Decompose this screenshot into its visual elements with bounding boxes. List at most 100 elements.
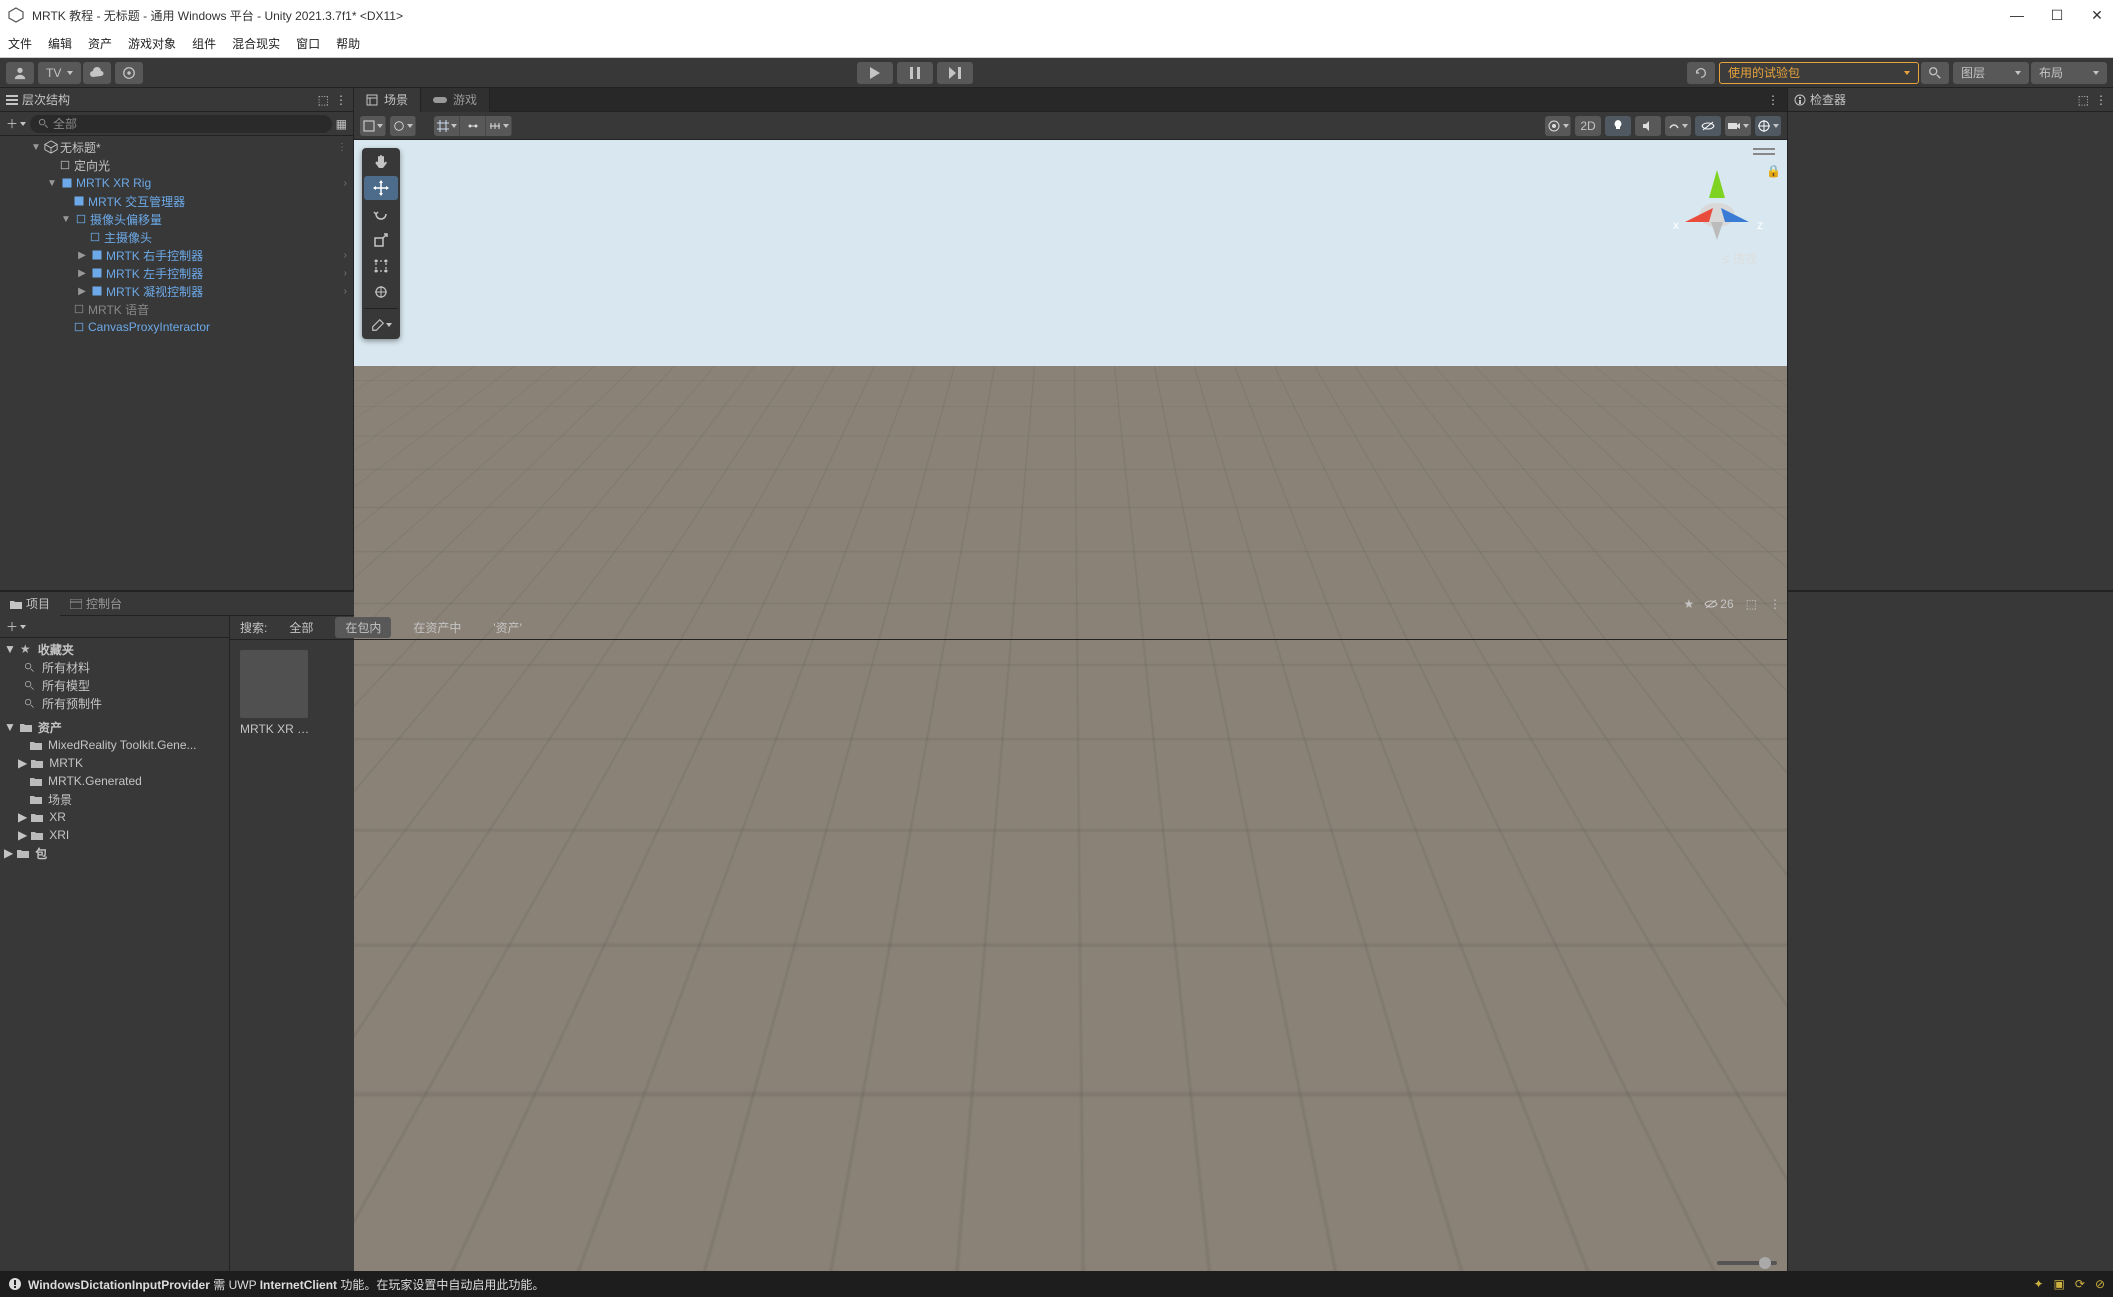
assets-folder[interactable]: ▼资产 (0, 718, 229, 736)
menu-assets[interactable]: 资产 (88, 35, 112, 52)
project-grid[interactable]: MRTK XR R... (230, 640, 1787, 1271)
project-search[interactable]: ✕ (1298, 595, 1618, 613)
hierarchy-search[interactable]: 全部 (30, 115, 332, 133)
layers-dropdown[interactable]: 图层 (1953, 62, 2029, 84)
transform-tool-button[interactable] (364, 280, 398, 304)
tab-project[interactable]: 项目 (0, 592, 60, 616)
tab-game[interactable]: 游戏 (421, 88, 490, 112)
step-button[interactable] (937, 62, 973, 84)
filter-by-label-icon[interactable] (1664, 598, 1676, 610)
minimize-button[interactable]: — (2009, 7, 2025, 24)
favorite-icon[interactable]: ★ (1684, 597, 1695, 611)
packages-folder[interactable]: ▶包 (0, 844, 229, 862)
filter-in-assets[interactable]: 在资产中 (403, 617, 471, 638)
account-button[interactable] (6, 62, 34, 84)
inspector-lock-icon[interactable]: ⬚ (2078, 93, 2089, 107)
project-add-button[interactable]: ＋ (6, 618, 26, 635)
node-camera-offset[interactable]: ▼ 摄像头偏移量 (0, 210, 353, 228)
project-search-input[interactable] (1315, 597, 1594, 611)
filter-all[interactable]: 全部 (279, 617, 323, 638)
lighting-toggle-button[interactable] (1605, 116, 1631, 136)
layout-dropdown[interactable]: 布局 (2031, 62, 2107, 84)
scene-tab-menu-icon[interactable]: ⋮ (1759, 93, 1787, 107)
menu-component[interactable]: 组件 (192, 35, 216, 52)
menu-gameobject[interactable]: 游戏对象 (128, 35, 176, 52)
status-icon-3[interactable]: ⟳ (2075, 1277, 2085, 1291)
gizmos-toggle-button[interactable] (1755, 116, 1781, 136)
asset-item-mrtk-xr-rig[interactable]: MRTK XR R... (240, 650, 312, 736)
menu-file[interactable]: 文件 (8, 35, 32, 52)
cloud-button[interactable] (83, 62, 111, 84)
play-button[interactable] (857, 62, 893, 84)
pause-button[interactable] (897, 62, 933, 84)
close-button[interactable]: ✕ (2089, 7, 2105, 24)
search-save-icon[interactable]: ▣ (1622, 597, 1633, 611)
node-directional-light[interactable]: 定向光 (0, 156, 353, 174)
folder-mrtk-gen[interactable]: MixedReality Toolkit.Gene... (0, 736, 229, 754)
lock-icon[interactable]: 🔒 (1766, 164, 1781, 178)
shading-mode-dropdown[interactable] (390, 116, 416, 136)
favorite-all-materials[interactable]: 所有材料 (0, 658, 229, 676)
scene-camera-button[interactable] (1545, 116, 1571, 136)
inspector-menu-icon[interactable]: ⋮ (2095, 93, 2107, 107)
menu-edit[interactable]: 编辑 (48, 35, 72, 52)
folder-scenes[interactable]: 场景 (0, 790, 229, 808)
history-button[interactable] (1687, 62, 1715, 84)
camera-settings-button[interactable] (1725, 116, 1751, 136)
perspective-label[interactable]: ≤ 透视 (1722, 250, 1757, 267)
hidden-count[interactable]: 26 (1704, 597, 1733, 611)
node-main-camera[interactable]: 主摄像头 (0, 228, 353, 246)
visibility-toggle-button[interactable] (1695, 116, 1721, 136)
hierarchy-popout-icon[interactable]: ⬚ (318, 93, 329, 107)
node-mrtk-interaction-manager[interactable]: MRTK 交互管理器 (0, 192, 353, 210)
2d-toggle-button[interactable]: 2D (1575, 116, 1601, 136)
filter-assets-quoted[interactable]: '资产' (483, 617, 532, 638)
favorite-all-prefabs[interactable]: 所有预制件 (0, 694, 229, 712)
folder-mrtk[interactable]: ▶MRTK (0, 754, 229, 772)
maximize-button[interactable]: ☐ (2049, 7, 2065, 24)
custom-tools-button[interactable] (364, 313, 398, 337)
thumbnail-size-slider[interactable] (1717, 1261, 1777, 1265)
hierarchy-filter-icon[interactable]: ▦ (336, 117, 347, 131)
overlay-menu-button[interactable] (1753, 148, 1775, 158)
rotate-tool-button[interactable] (364, 202, 398, 226)
filter-by-type-icon[interactable] (1642, 598, 1656, 610)
tv-dropdown[interactable]: TV (38, 62, 81, 84)
snap-increment-button[interactable] (460, 116, 486, 136)
status-icon-1[interactable]: ✦ (2033, 1277, 2043, 1291)
scale-tool-button[interactable] (364, 228, 398, 252)
node-mrtk-speech[interactable]: MRTK 语音 (0, 300, 353, 318)
hierarchy-menu-icon[interactable]: ⋮ (335, 93, 347, 107)
move-tool-button[interactable] (364, 176, 398, 200)
fx-toggle-button[interactable] (1665, 116, 1691, 136)
project-menu-icon[interactable]: ⋮ (1763, 597, 1787, 611)
menu-help[interactable]: 帮助 (336, 35, 360, 52)
draw-mode-dropdown[interactable] (360, 116, 386, 136)
experimental-packages-dropdown[interactable]: 使用的试验包 (1719, 62, 1919, 84)
favorite-all-models[interactable]: 所有模型 (0, 676, 229, 694)
menu-window[interactable]: 窗口 (296, 35, 320, 52)
node-mrtk-right-hand[interactable]: ▶ MRTK 右手控制器 › (0, 246, 353, 264)
folder-mrtk-generated[interactable]: MRTK.Generated (0, 772, 229, 790)
node-mrtk-xr-rig[interactable]: ▼ MRTK XR Rig › (0, 174, 353, 192)
status-icon-2[interactable]: ▣ (2054, 1277, 2065, 1291)
project-popout-icon[interactable]: ⬚ (1740, 597, 1763, 611)
node-mrtk-left-hand[interactable]: ▶ MRTK 左手控制器 › (0, 264, 353, 282)
filter-in-packages[interactable]: 在包内 (335, 617, 391, 638)
undo-history-button[interactable] (115, 62, 143, 84)
folder-xr[interactable]: ▶XR (0, 808, 229, 826)
menu-mixedreality[interactable]: 混合现实 (232, 35, 280, 52)
scene-root[interactable]: ▼ 无标题* ⋮ (0, 138, 353, 156)
tab-console[interactable]: 控制台 (60, 592, 132, 616)
status-message[interactable]: WindowsDictationInputProvider 需 UWP Inte… (8, 1276, 544, 1293)
snap-settings-button[interactable] (486, 116, 512, 136)
node-mrtk-gaze[interactable]: ▶ MRTK 凝视控制器 › (0, 282, 353, 300)
snap-grid-button[interactable] (434, 116, 460, 136)
favorites-folder[interactable]: ▼★收藏夹 (0, 640, 229, 658)
hierarchy-add-button[interactable]: ＋ (6, 115, 26, 132)
audio-toggle-button[interactable] (1635, 116, 1661, 136)
orientation-gizmo[interactable]: x z (1667, 160, 1767, 260)
folder-xri[interactable]: ▶XRI (0, 826, 229, 844)
node-canvas-proxy-interactor[interactable]: CanvasProxyInteractor (0, 318, 353, 336)
search-clear-button[interactable]: ✕ (1594, 597, 1612, 611)
